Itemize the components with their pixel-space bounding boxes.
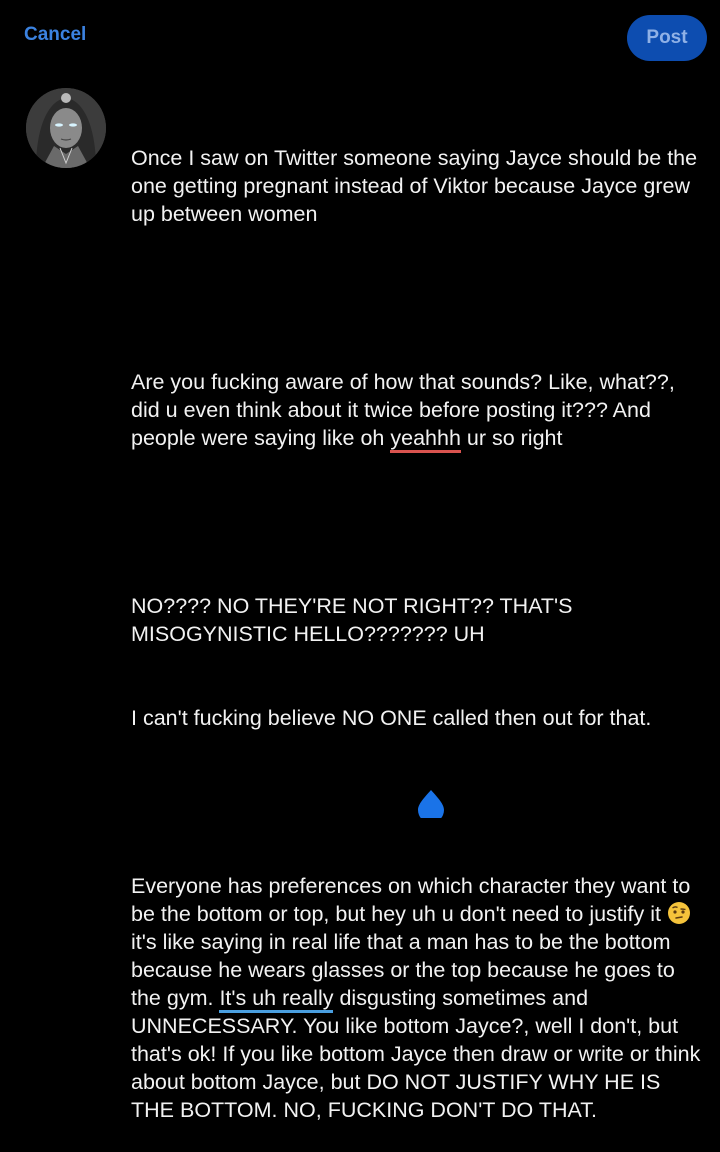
paragraph-3-line-1: NO???? NO THEY'RE NOT RIGHT?? THAT'S MIS… (131, 594, 579, 646)
post-text-area[interactable]: Once I saw on Twitter someone saying Jay… (131, 88, 706, 1152)
raised-eyebrow-emoji-icon (667, 902, 690, 924)
top-bar: Cancel Post (0, 0, 720, 80)
paragraph-4: Everyone has preferences on which charac… (131, 872, 706, 1124)
link-underlined-text[interactable]: It's uh really (219, 986, 334, 1013)
text-cursor-handle-icon[interactable] (416, 788, 446, 818)
paragraph-4-text-a: Everyone has preferences on which charac… (131, 874, 697, 926)
paragraph-2: Are you fucking aware of how that sounds… (131, 368, 706, 453)
paragraph-3-line-2: I can't fucking believe NO ONE called th… (131, 706, 652, 730)
cancel-button[interactable]: Cancel (24, 24, 86, 46)
avatar-icon (26, 88, 106, 168)
spellcheck-underlined-word[interactable]: yeahhh (390, 426, 461, 453)
avatar (26, 88, 106, 168)
post-button[interactable]: Post (627, 15, 707, 61)
paragraph-1: Once I saw on Twitter someone saying Jay… (131, 146, 704, 226)
paragraph-2-text-b: ur so right (460, 426, 563, 450)
